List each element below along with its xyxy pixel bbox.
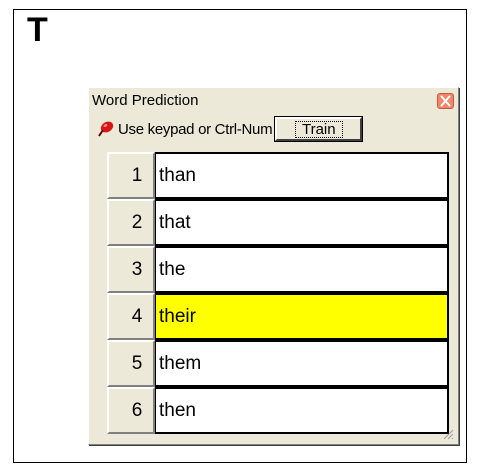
prediction-number-button[interactable]: 5 bbox=[107, 340, 155, 387]
typed-text: T bbox=[27, 11, 48, 49]
prediction-number-button[interactable]: 4 bbox=[107, 293, 155, 340]
prediction-list: 1 than 2 that 3 the 4 their 5 them 6 then bbox=[107, 152, 449, 434]
prediction-word[interactable]: them bbox=[155, 340, 449, 387]
prediction-row: 3 the bbox=[107, 246, 449, 293]
prediction-number-button[interactable]: 3 bbox=[107, 246, 155, 293]
prediction-word[interactable]: that bbox=[155, 199, 449, 246]
train-button-label: Train bbox=[294, 120, 343, 138]
prediction-row: 5 them bbox=[107, 340, 449, 387]
word-prediction-window: Word Prediction Use keypad or Ctrl-Num T… bbox=[88, 87, 459, 445]
hint-text: Use keypad or Ctrl-Num bbox=[118, 120, 273, 138]
prediction-row: 2 that bbox=[107, 199, 449, 246]
status-pin-icon bbox=[98, 121, 114, 137]
prediction-word[interactable]: their bbox=[155, 293, 449, 340]
train-button[interactable]: Train bbox=[274, 116, 364, 142]
prediction-word[interactable]: then bbox=[155, 387, 449, 434]
close-icon bbox=[440, 95, 451, 107]
close-button[interactable] bbox=[437, 93, 454, 109]
resize-grip-icon[interactable] bbox=[442, 428, 454, 440]
prediction-word[interactable]: than bbox=[155, 152, 449, 199]
prediction-word[interactable]: the bbox=[155, 246, 449, 293]
window-title: Word Prediction bbox=[92, 91, 199, 109]
toolbar: Use keypad or Ctrl-Num Train bbox=[97, 116, 450, 142]
prediction-row: 4 their bbox=[107, 293, 449, 340]
prediction-number-button[interactable]: 2 bbox=[107, 199, 155, 246]
prediction-row: 6 then bbox=[107, 387, 449, 434]
prediction-row: 1 than bbox=[107, 152, 449, 199]
prediction-number-button[interactable]: 1 bbox=[107, 152, 155, 199]
title-bar[interactable]: Word Prediction bbox=[91, 90, 454, 110]
prediction-number-button[interactable]: 6 bbox=[107, 387, 155, 434]
